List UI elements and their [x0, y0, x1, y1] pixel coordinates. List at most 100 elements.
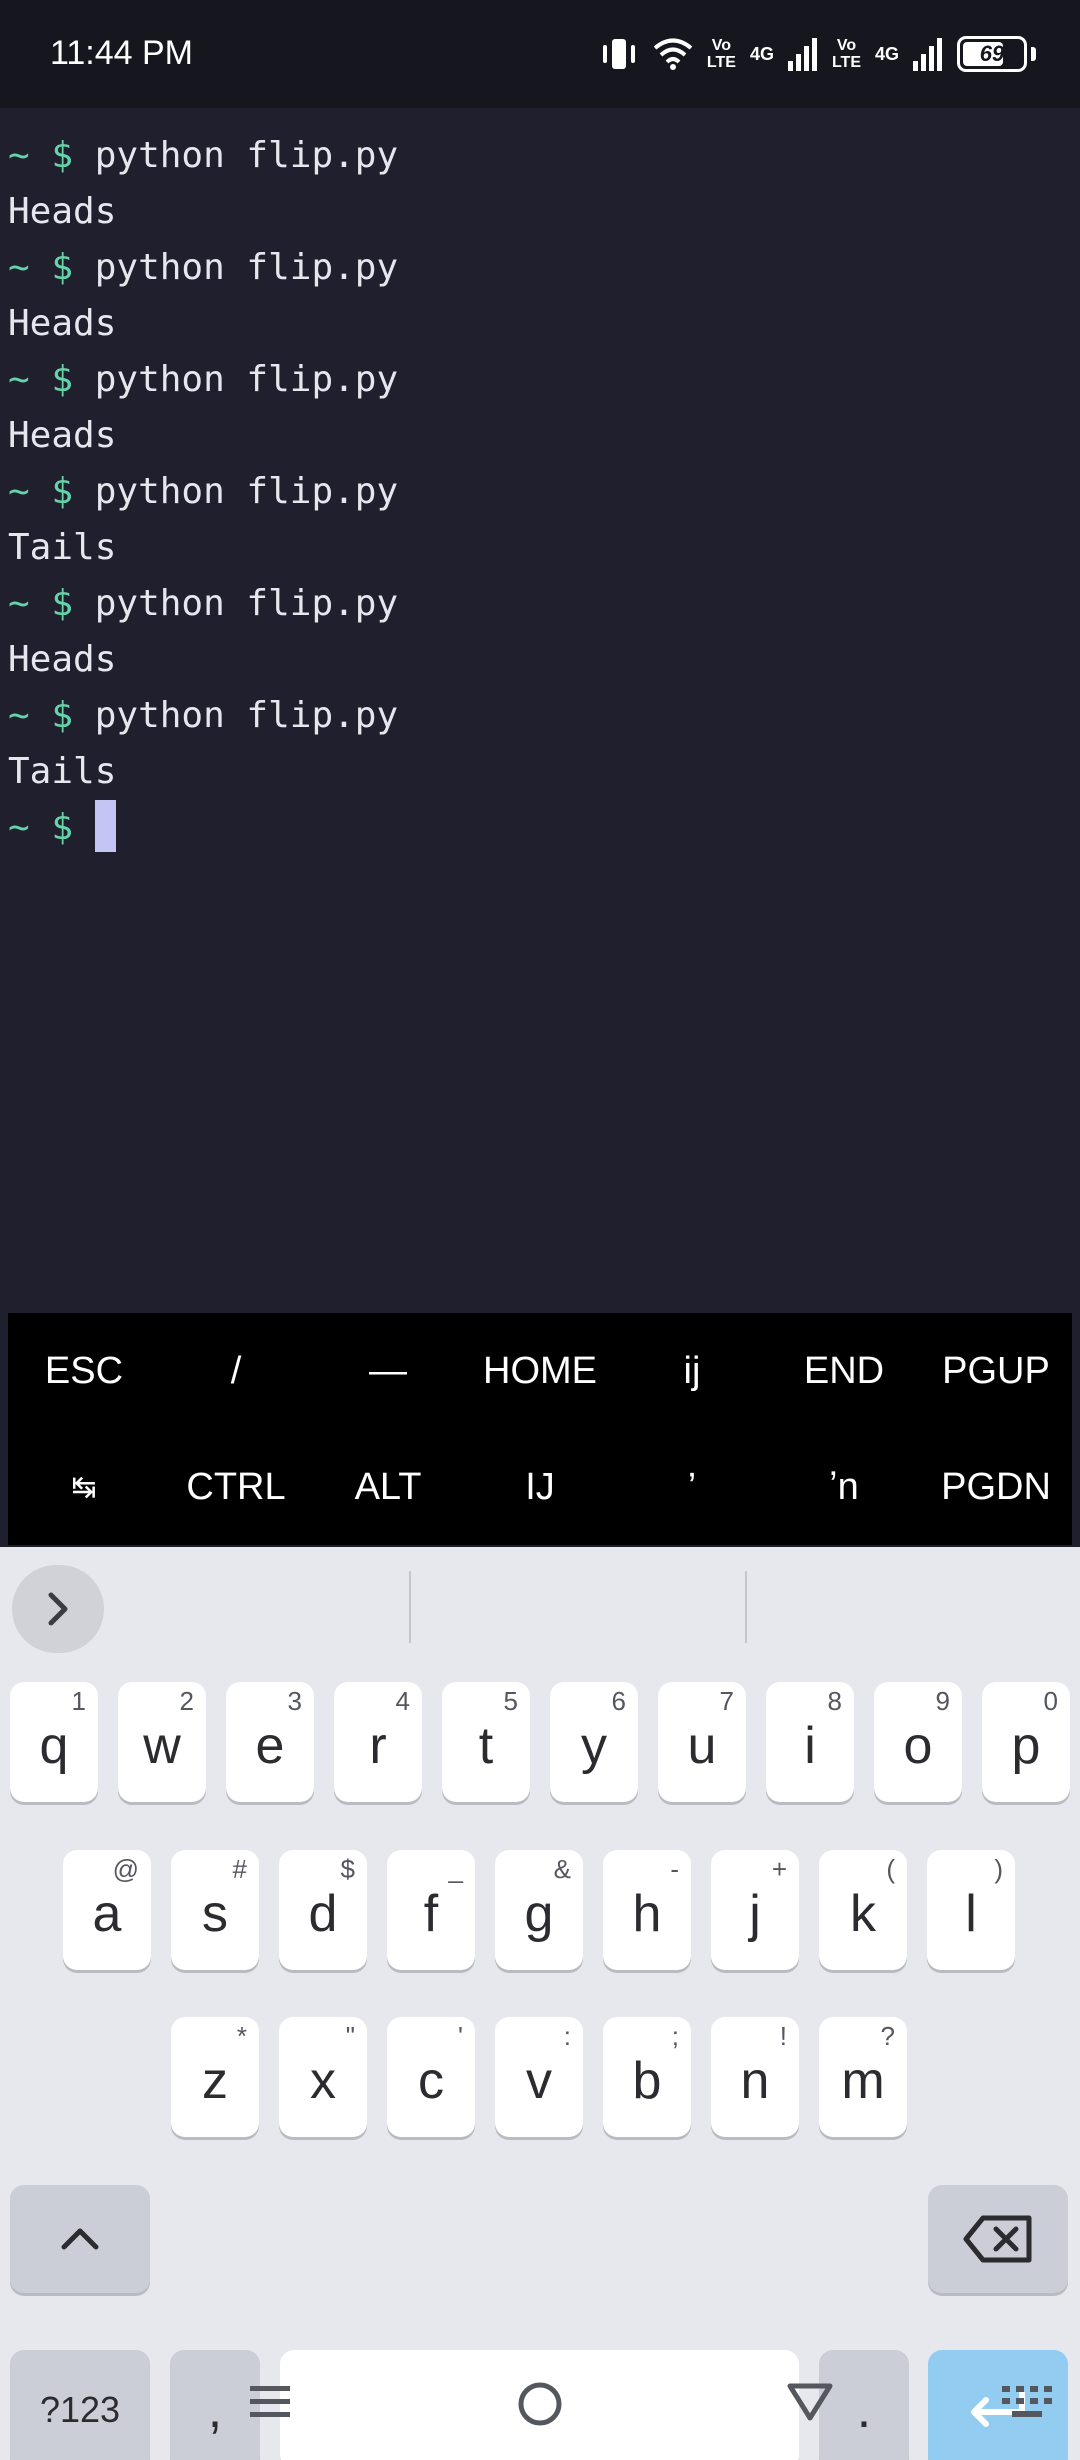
extra-key-ij[interactable]: ij — [616, 1313, 768, 1429]
key-u[interactable]: 7u — [658, 1682, 746, 1802]
suggestion-bar — [0, 1547, 1080, 1667]
key-f[interactable]: _ f — [387, 1850, 475, 1970]
term-line-9: Heads — [8, 639, 117, 680]
key-n[interactable]: ! n — [711, 2017, 799, 2137]
terminal-output[interactable]: ~ $ python flip.py Heads ~ $ python flip… — [0, 108, 1080, 1313]
backspace-icon — [963, 2215, 1032, 2263]
extra-keys-bar: ESC / — HOME ij END PGUP ↹ CTRL ALT IJ ’… — [8, 1313, 1072, 1545]
key-label: x — [310, 2052, 336, 2110]
key-j[interactable]: + j — [711, 1850, 799, 1970]
key-hint: 0 — [1043, 1686, 1058, 1716]
key-label: w — [143, 1717, 181, 1775]
key-label: d — [308, 1885, 338, 1943]
chevron-right-icon — [48, 1592, 68, 1626]
extra-key-IJ[interactable]: IJ — [464, 1429, 616, 1545]
key-g[interactable]: & g — [495, 1850, 583, 1970]
shift-key[interactable] — [10, 2185, 150, 2293]
status-icons: Vo LTE 4G Vo LTE 4G 69 — [599, 28, 1036, 80]
term-line-0: ~ $ python flip.py — [8, 135, 399, 176]
key-c[interactable]: ' c — [387, 2017, 475, 2137]
text-cursor — [95, 800, 117, 852]
key-o[interactable]: 9o — [874, 1682, 962, 1802]
term-line-5: Heads — [8, 415, 117, 456]
key-m[interactable]: ? m — [819, 2017, 907, 2137]
key-p[interactable]: 0p — [982, 1682, 1070, 1802]
menu-nav-icon[interactable] — [248, 2380, 292, 2424]
key-r[interactable]: 4r — [334, 1682, 422, 1802]
term-line-7: Tails — [8, 527, 117, 568]
signal-icon — [913, 37, 943, 71]
key-e[interactable]: 3e — [226, 1682, 314, 1802]
extra-key-home[interactable]: HOME — [464, 1313, 616, 1429]
key-h[interactable]: -h — [603, 1850, 691, 1970]
extra-key-alt[interactable]: ALT — [312, 1429, 464, 1545]
back-nav-icon[interactable] — [786, 2380, 834, 2424]
key-hint: # — [232, 1854, 247, 1884]
key-q[interactable]: 1q — [10, 1682, 98, 1802]
term-line-8: ~ $ python flip.py — [8, 583, 399, 624]
extra-key-dash[interactable]: — — [312, 1313, 464, 1429]
key-hint: ? — [880, 2021, 895, 2051]
term-prompt-line: ~ $ — [8, 800, 1080, 856]
battery-icon: 69 — [957, 36, 1027, 72]
status-bar: 11:44 PM Vo LTE 4G Vo LTE 4G 69 — [0, 0, 1080, 108]
keyboard-switch-icon[interactable] — [1000, 2380, 1054, 2424]
key-hint: $ — [340, 1854, 355, 1884]
key-hint: 2 — [179, 1686, 194, 1716]
suggestion-divider — [745, 1571, 747, 1643]
key-label: t — [478, 1717, 494, 1775]
vibrate-icon — [599, 36, 639, 72]
volte-tag-1: Vo LTE — [706, 37, 736, 71]
term-line-4: ~ $ python flip.py — [8, 359, 399, 400]
key-hint: ! — [779, 2021, 787, 2051]
key-d[interactable]: $ d — [279, 1850, 367, 1970]
key-hint: _ — [448, 1854, 463, 1884]
key-z[interactable]: * z — [171, 2017, 259, 2137]
key-hint: ) — [994, 1854, 1003, 1884]
extra-key-n-apostrophe[interactable]: ʼn — [768, 1429, 920, 1545]
extra-key-tab[interactable]: ↹ — [8, 1429, 160, 1545]
key-w[interactable]: 2w — [118, 1682, 206, 1802]
key-b[interactable]: ; b — [603, 2017, 691, 2137]
extra-key-apostrophe[interactable]: ’ — [616, 1429, 768, 1545]
extra-key-end[interactable]: END — [768, 1313, 920, 1429]
term-line-6: ~ $ python flip.py — [8, 471, 399, 512]
term-line-2: ~ $ python flip.py — [8, 247, 399, 288]
suggestion-divider — [409, 1571, 411, 1643]
key-label: k — [850, 1885, 876, 1943]
shift-icon — [61, 2228, 99, 2250]
key-hint: 5 — [503, 1686, 518, 1716]
battery-level: 69 — [979, 41, 1005, 66]
key-l[interactable]: ) l — [927, 1850, 1015, 1970]
key-label: i — [804, 1717, 816, 1775]
key-t[interactable]: 5t — [442, 1682, 530, 1802]
backspace-key[interactable] — [928, 2185, 1068, 2293]
key-v[interactable]: :v — [495, 2017, 583, 2137]
key-a[interactable]: @ a — [63, 1850, 151, 1970]
key-y[interactable]: 6y — [550, 1682, 638, 1802]
key-label: z — [202, 2052, 228, 2110]
key-s[interactable]: # s — [171, 1850, 259, 1970]
key-hint: ; — [671, 2021, 679, 2051]
extra-key-ctrl[interactable]: CTRL — [160, 1429, 312, 1545]
key-label: u — [687, 1717, 717, 1775]
key-hint: 4 — [395, 1686, 410, 1716]
key-label: n — [740, 2052, 770, 2110]
key-i[interactable]: 8i — [766, 1682, 854, 1802]
extra-key-pgdn[interactable]: PGDN — [920, 1429, 1072, 1545]
key-hint: ' — [458, 2021, 463, 2051]
key-hint: * — [236, 2021, 247, 2051]
key-label: r — [369, 1717, 387, 1775]
key-label: j — [749, 1885, 761, 1943]
extra-key-esc[interactable]: ESC — [8, 1313, 160, 1429]
network-type-1: 4G — [749, 43, 774, 64]
home-nav-icon[interactable] — [516, 2380, 564, 2428]
extra-key-slash[interactable]: / — [160, 1313, 312, 1429]
expand-toolbar-button[interactable] — [12, 1565, 104, 1653]
key-k[interactable]: (k — [819, 1850, 907, 1970]
extra-key-pgup[interactable]: PGUP — [920, 1313, 1072, 1429]
key-label: e — [255, 1717, 285, 1775]
term-line-3: Heads — [8, 303, 117, 344]
key-x[interactable]: " x — [279, 2017, 367, 2137]
volte-tag-2: Vo LTE — [831, 37, 861, 71]
